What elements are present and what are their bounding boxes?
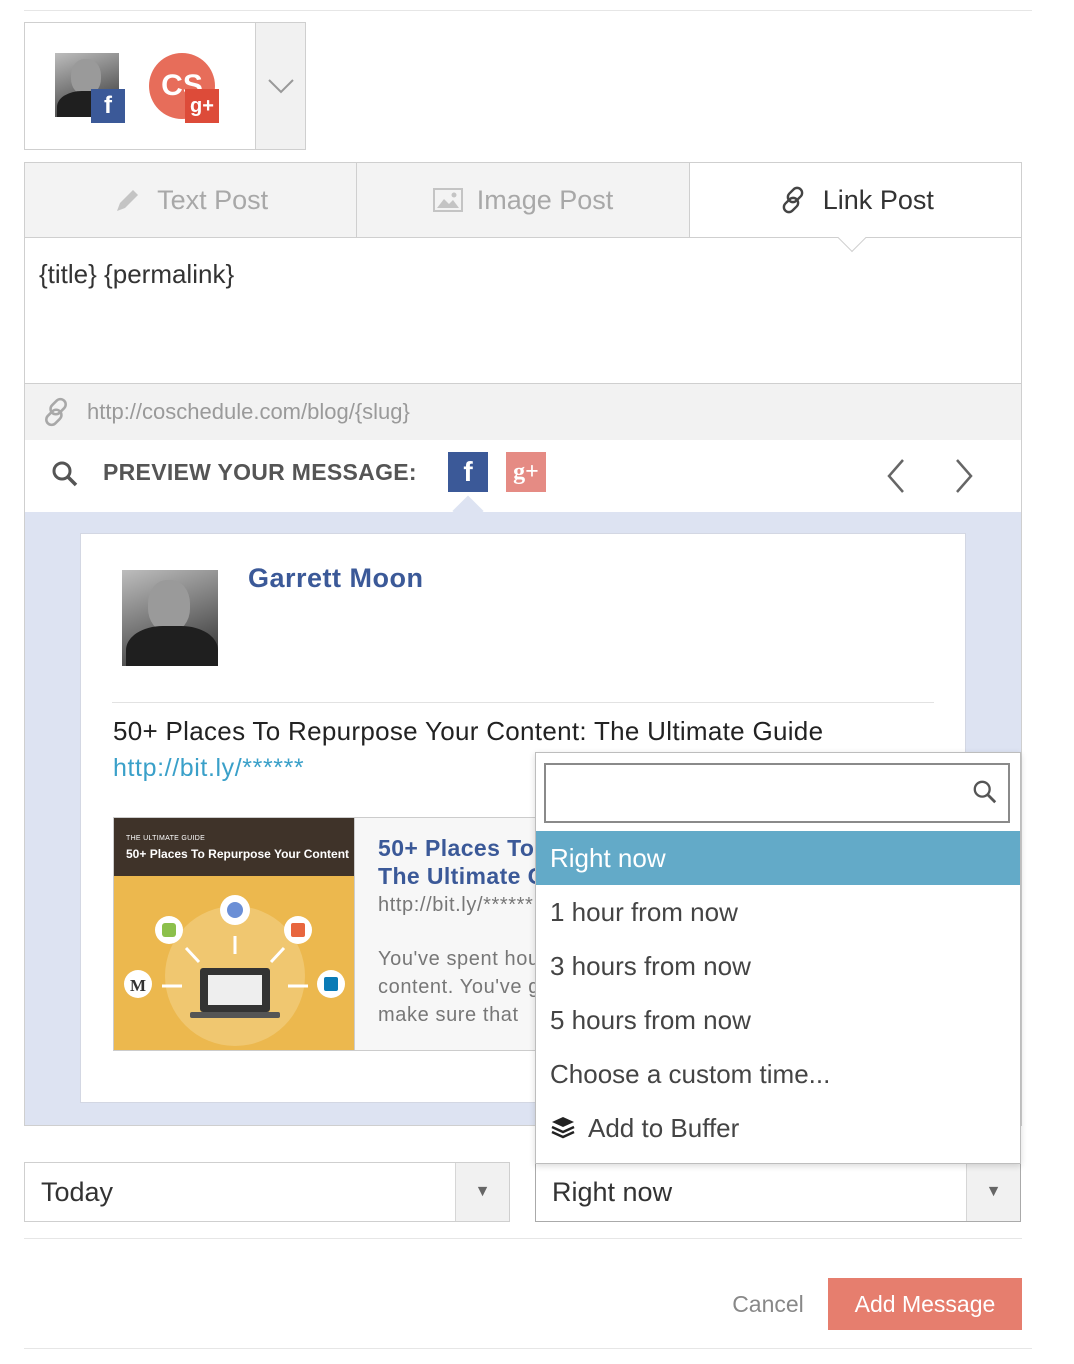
caret-down-icon: ▼	[966, 1163, 1020, 1221]
time-option-5-hours[interactable]: 5 hours from now	[536, 993, 1020, 1047]
search-icon	[973, 780, 997, 804]
google-plus-icon: g+	[185, 89, 219, 123]
cancel-button[interactable]: Cancel	[716, 1286, 820, 1322]
time-option-3-hours[interactable]: 3 hours from now	[536, 939, 1020, 993]
link-url-text: http://coschedule.com/blog/{slug}	[87, 399, 410, 424]
time-option-add-to-buffer[interactable]: Add to Buffer	[536, 1101, 1020, 1155]
tab-text-post[interactable]: Text Post	[25, 163, 358, 237]
chevron-right-icon[interactable]	[953, 458, 975, 494]
link-card-title-line2: The Ultimate Guide	[378, 863, 535, 889]
message-text: {title} {permalink}	[39, 259, 235, 289]
preview-google-plus-button[interactable]: g+	[506, 452, 546, 492]
preview-label: PREVIEW YOUR MESSAGE:	[103, 459, 417, 485]
post-link[interactable]: http://bit.ly/******	[113, 754, 304, 783]
post-type-tabs: Text Post Image Post Link Post	[24, 162, 1022, 253]
time-search-input[interactable]	[544, 763, 1010, 823]
link-thumbnail: THE ULTIMATE GUIDE 50+ Places To Repurpo…	[113, 817, 355, 1051]
date-select-value: Today	[41, 1176, 114, 1207]
buffer-icon	[551, 1117, 575, 1139]
tab-label: Link Post	[822, 184, 934, 215]
footer-divider	[24, 1238, 1022, 1239]
tab-label: Text Post	[157, 184, 269, 215]
link-card-title: 50+ Places To Repurpose Your Content:	[378, 835, 535, 861]
date-select[interactable]: Today ▼	[24, 1162, 510, 1222]
profile-dropdown-toggle[interactable]	[255, 23, 305, 149]
preview-header: PREVIEW YOUR MESSAGE: f g+	[24, 440, 1022, 527]
caret-down-icon: ▼	[455, 1163, 509, 1221]
link-card-details: 50+ Places To Repurpose Your Content: Th…	[355, 817, 535, 1051]
tab-image-post[interactable]: Image Post	[357, 163, 690, 237]
profile-selector[interactable]: f CS g+	[24, 22, 306, 150]
thumbnail-title: 50+ Places To Repurpose Your Content	[126, 847, 350, 861]
link-icon	[782, 186, 804, 214]
top-divider	[24, 10, 1032, 11]
time-dropdown-menu: Right now 1 hour from now 3 hours from n…	[535, 752, 1021, 1164]
time-option-1-hour[interactable]: 1 hour from now	[536, 885, 1020, 939]
time-select-value: Right now	[552, 1176, 673, 1207]
search-icon	[52, 461, 78, 487]
link-icon	[45, 397, 67, 427]
thumbnail-header: THE ULTIMATE GUIDE 50+ Places To Repurpo…	[114, 818, 354, 876]
author-photo	[122, 570, 218, 666]
link-card-description: You've spent hours creating your content…	[378, 948, 535, 1026]
add-message-button[interactable]: Add Message	[828, 1278, 1022, 1330]
time-option-custom[interactable]: Choose a custom time...	[536, 1047, 1020, 1101]
chevron-left-icon[interactable]	[885, 458, 907, 494]
link-card-url: http://bit.ly/******	[378, 894, 534, 916]
pencil-icon	[117, 190, 139, 211]
thumbnail-eyebrow: THE ULTIMATE GUIDE	[126, 835, 206, 842]
post-title: 50+ Places To Repurpose Your Content: Th…	[113, 716, 824, 746]
facebook-icon: f	[91, 89, 125, 123]
time-option-right-now[interactable]: Right now	[536, 831, 1020, 885]
tab-link-post[interactable]: Link Post	[689, 163, 1021, 253]
author-name: Garrett Moon	[248, 563, 424, 593]
chevron-down-icon	[267, 79, 294, 94]
message-textarea[interactable]: {title} {permalink}	[24, 237, 1022, 383]
time-select[interactable]: Right now ▼	[535, 1162, 1021, 1222]
repurpose-illustration: M	[124, 895, 345, 1046]
image-icon	[432, 188, 463, 212]
preview-facebook-button[interactable]: f	[448, 452, 488, 492]
svg-text:M: M	[130, 976, 146, 995]
link-url-field[interactable]: http://coschedule.com/blog/{slug}	[24, 383, 1022, 441]
card-divider	[112, 702, 934, 703]
tab-label: Image Post	[476, 184, 614, 215]
bottom-divider	[24, 1348, 1032, 1349]
